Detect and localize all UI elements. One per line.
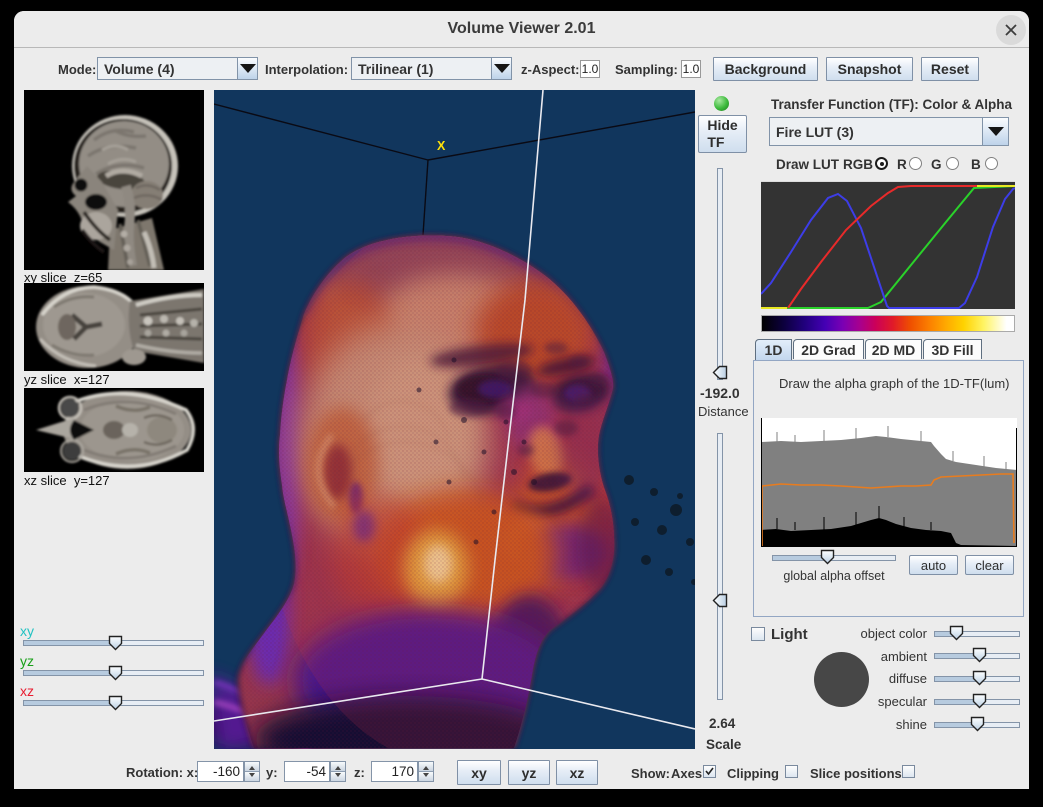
svg-text:X: X [437,139,446,153]
